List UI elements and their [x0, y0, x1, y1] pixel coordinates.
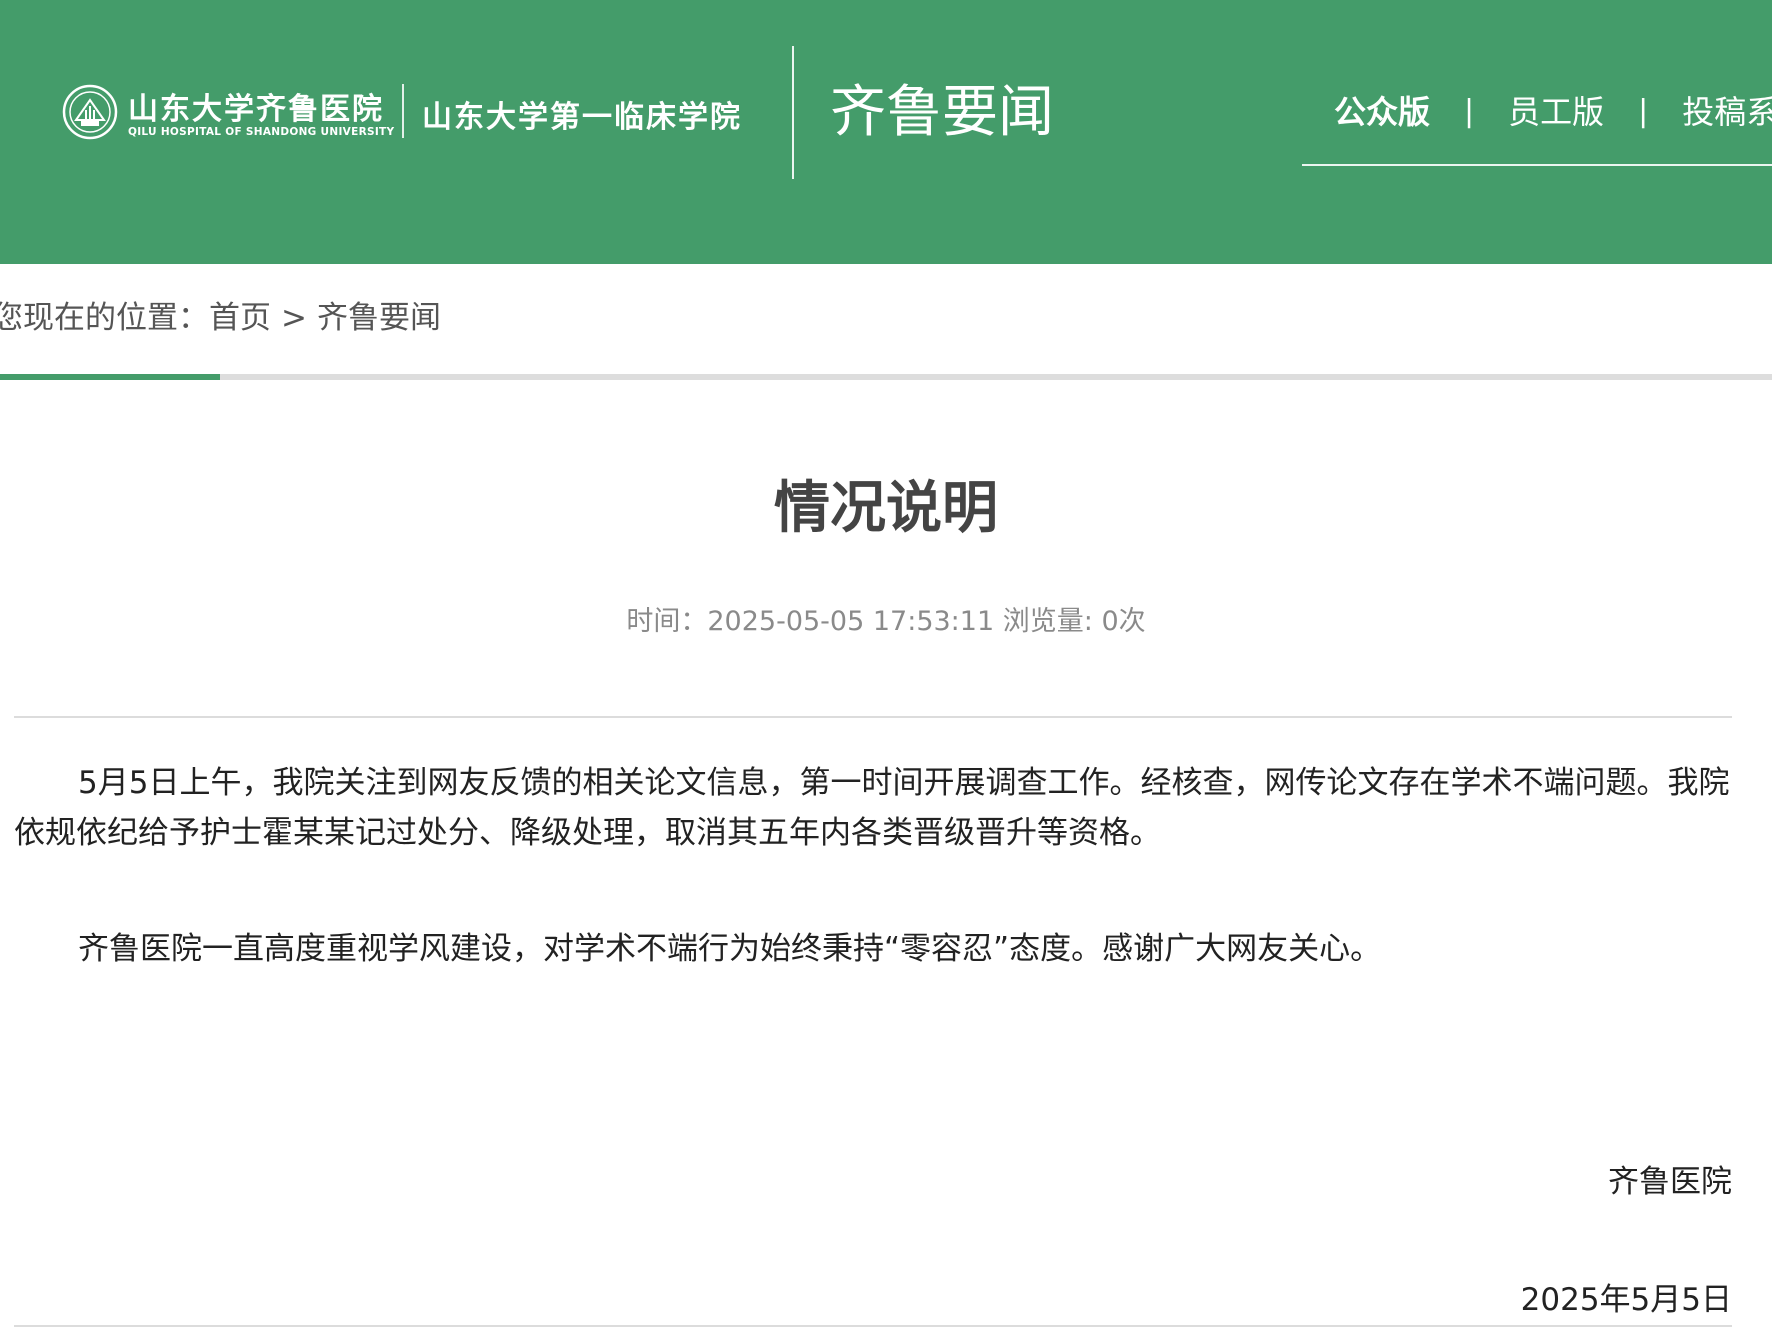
version-nav: 公众版 | 员工版 | 投稿系统 [1302, 88, 1772, 166]
article-paragraph: 齐鲁医院一直高度重视学风建设，对学术不端行为始终秉持“零容忍”态度。感谢广大网友… [78, 931, 1382, 967]
article-title: 情况说明 [774, 476, 998, 541]
views-label: 浏览量: [1002, 606, 1093, 637]
nav-item-public[interactable]: 公众版 [1334, 88, 1430, 136]
article-signature: 齐鲁医院 [1608, 1164, 1732, 1200]
article-divider [14, 716, 1732, 718]
article-meta: 时间：2025-05-05 17:53:11 浏览量: 0次 [0, 604, 1772, 640]
nav-item-staff[interactable]: 员工版 [1508, 88, 1604, 136]
logo-hospital-name: 山东大学齐鲁医院 [128, 92, 384, 127]
breadcrumb-section-link[interactable]: 齐鲁要闻 [317, 300, 441, 336]
breadcrumb-underline-accent [0, 374, 220, 380]
breadcrumb-separator: > [281, 300, 307, 336]
logo-college-name: 山东大学第一临床学院 [422, 100, 742, 135]
hospital-logo[interactable]: 山东大学齐鲁医院 QILU HOSPITAL OF SHANDONG UNIVE… [62, 80, 762, 144]
logo-english-name: QILU HOSPITAL OF SHANDONG UNIVERSITY [128, 126, 395, 138]
article-bottom-divider [14, 1325, 1732, 1327]
nav-separator: | [1464, 94, 1475, 129]
breadcrumb-prefix: 您现在的位置： [0, 300, 209, 336]
breadcrumb-underline [0, 374, 1772, 380]
logo-divider [402, 84, 404, 138]
nav-item-submission-system[interactable]: 投稿系统 [1682, 88, 1772, 136]
article-paragraph: 5月5日上午，我院关注到网友反馈的相关论文信息，第一时间开展调查工作。经核查，网… [14, 765, 1730, 851]
view-count: 0次 [1101, 606, 1146, 637]
article-body: 5月5日上午，我院关注到网友反馈的相关论文信息，第一时间开展调查工作。经核查，网… [14, 758, 1732, 1040]
site-header: 山东大学齐鲁医院 QILU HOSPITAL OF SHANDONG UNIVE… [0, 0, 1772, 264]
header-divider [792, 46, 794, 179]
hospital-emblem-icon [62, 84, 118, 140]
breadcrumb-home-link[interactable]: 首页 [209, 300, 271, 336]
site-section-title: 齐鲁要闻 [830, 80, 1054, 145]
publish-time: 2025-05-05 17:53:11 [707, 606, 995, 637]
time-label: 时间： [626, 606, 708, 637]
nav-separator: | [1638, 94, 1649, 129]
article-date: 2025年5月5日 [1520, 1282, 1732, 1318]
breadcrumb: 您现在的位置：首页 > 齐鲁要闻 [0, 296, 900, 340]
